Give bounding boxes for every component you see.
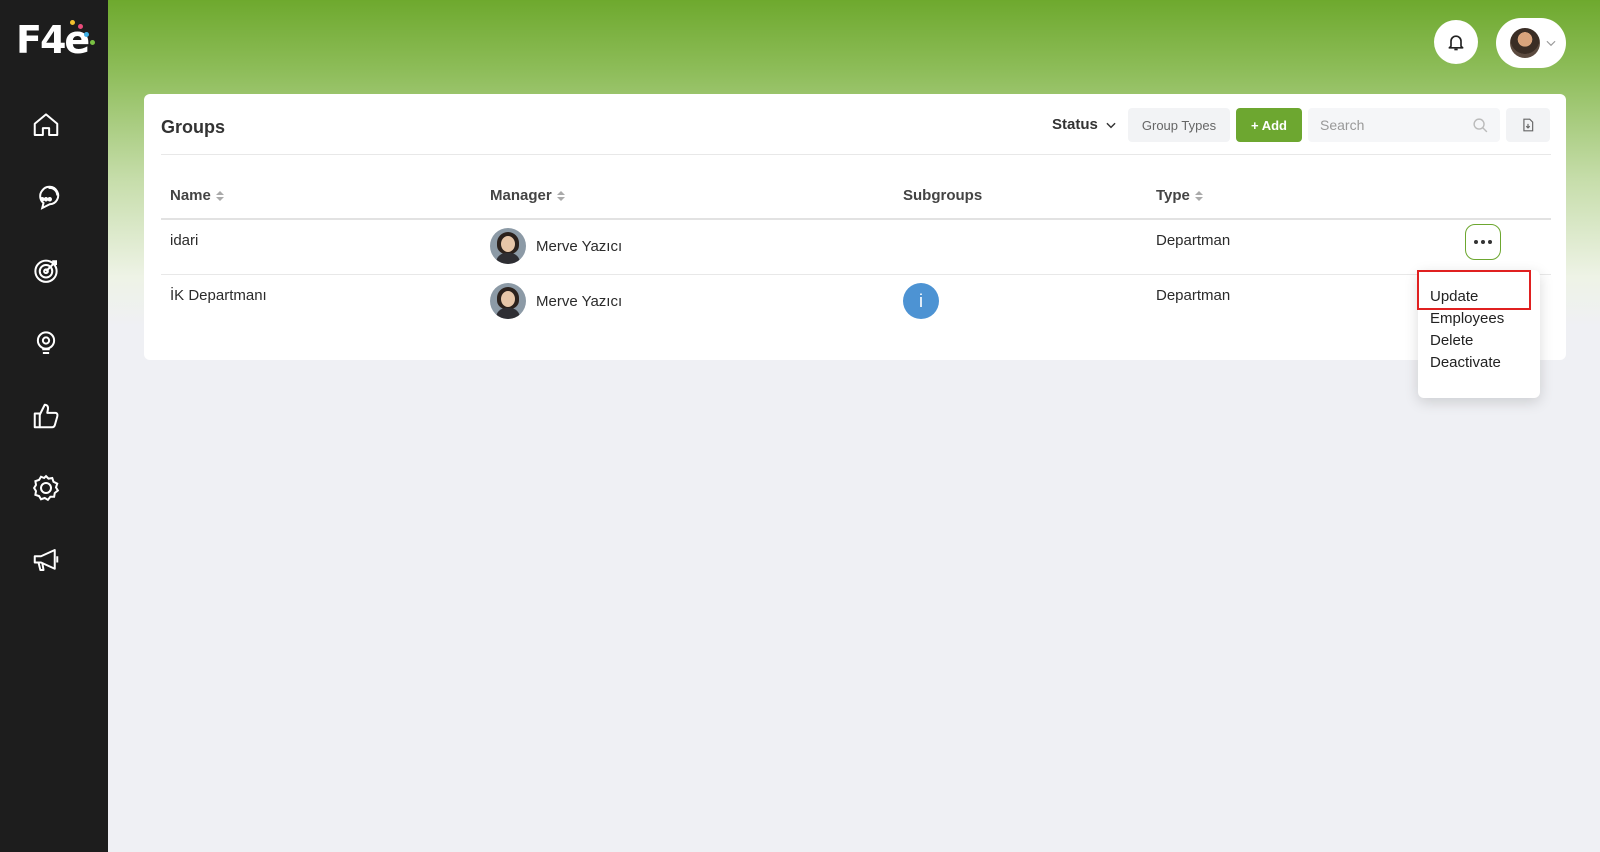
sort-icon bbox=[215, 190, 224, 201]
row-2-type: Departman bbox=[1156, 287, 1231, 304]
avatar bbox=[490, 228, 526, 264]
export-button[interactable] bbox=[1506, 108, 1550, 142]
chevron-down-icon bbox=[1106, 122, 1116, 128]
home-icon[interactable] bbox=[28, 107, 64, 143]
row-1-type: Departman bbox=[1156, 232, 1231, 249]
user-avatar bbox=[1510, 28, 1540, 58]
row-1-name: idari bbox=[170, 232, 199, 249]
table-header-divider bbox=[161, 218, 1551, 220]
row-actions-menu: Update Employees Delete Deactivate bbox=[1418, 270, 1540, 398]
group-types-button[interactable]: Group Types bbox=[1128, 108, 1230, 142]
menu-item-employees[interactable]: Employees bbox=[1430, 310, 1504, 327]
header-divider bbox=[161, 154, 1551, 155]
column-manager[interactable]: Manager bbox=[490, 187, 565, 204]
sort-icon bbox=[1194, 190, 1203, 201]
groups-card: Groups Status Group Types + Add Name Man… bbox=[144, 94, 1566, 360]
row-2-manager: Merve Yazıcı bbox=[490, 283, 622, 319]
search-icon[interactable] bbox=[1472, 117, 1489, 134]
chevron-down-icon bbox=[1546, 40, 1556, 47]
more-dots-icon bbox=[1474, 240, 1478, 244]
subgroups-info-badge[interactable]: i bbox=[903, 283, 939, 319]
file-export-icon bbox=[1523, 118, 1534, 132]
column-subgroups: Subgroups bbox=[903, 187, 983, 204]
row-2-name: İK Departmanı bbox=[170, 287, 267, 304]
row-actions-button[interactable] bbox=[1465, 224, 1501, 260]
megaphone-icon[interactable] bbox=[28, 542, 64, 578]
column-name[interactable]: Name bbox=[170, 187, 224, 204]
status-label: Status bbox=[1052, 116, 1098, 133]
column-type[interactable]: Type bbox=[1156, 187, 1203, 204]
avatar bbox=[490, 283, 526, 319]
sidebar: F4e bbox=[0, 0, 108, 852]
page-title: Groups bbox=[161, 117, 226, 137]
profile-menu[interactable] bbox=[1496, 18, 1566, 68]
bell-icon[interactable] bbox=[1434, 20, 1478, 64]
app-logo[interactable]: F4e bbox=[16, 18, 96, 62]
lightbulb-icon[interactable] bbox=[28, 325, 64, 361]
search-input[interactable] bbox=[1308, 108, 1458, 142]
menu-item-update[interactable]: Update bbox=[1430, 288, 1478, 305]
row-1-manager: Merve Yazıcı bbox=[490, 228, 622, 264]
sort-icon bbox=[556, 190, 565, 201]
chat-bubbles-icon[interactable] bbox=[28, 180, 64, 216]
search-box bbox=[1308, 108, 1500, 142]
target-icon[interactable] bbox=[28, 252, 64, 288]
settings-icon[interactable] bbox=[28, 470, 64, 506]
thumbs-up-icon[interactable] bbox=[28, 398, 64, 434]
status-dropdown[interactable]: Status bbox=[1052, 116, 1118, 133]
menu-item-delete[interactable]: Delete bbox=[1430, 332, 1473, 349]
add-button[interactable]: + Add bbox=[1236, 108, 1302, 142]
row-divider bbox=[161, 274, 1551, 275]
menu-item-deactivate[interactable]: Deactivate bbox=[1430, 354, 1501, 371]
